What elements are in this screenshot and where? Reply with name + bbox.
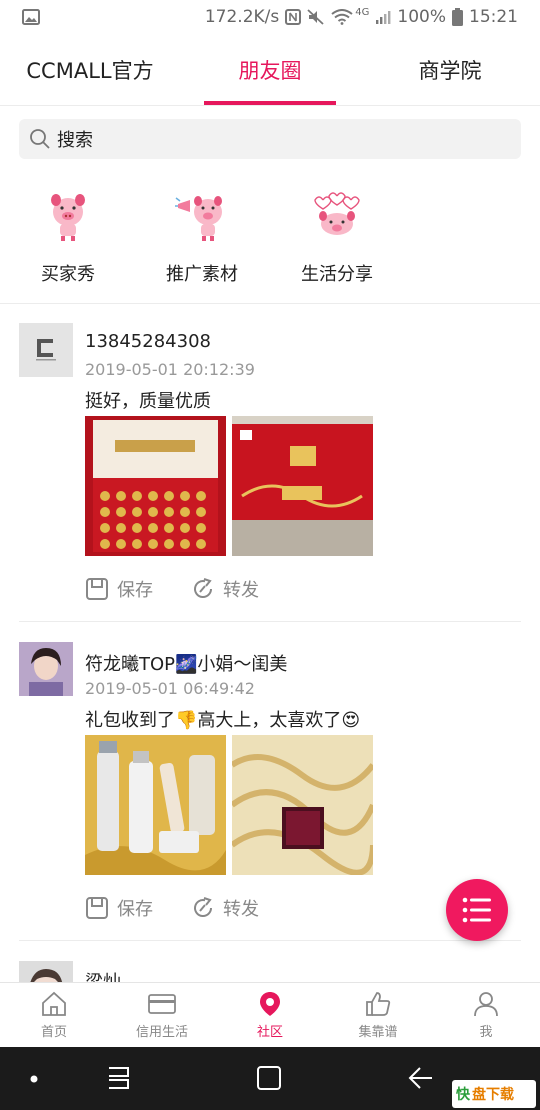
user-photo-avatar <box>19 642 73 696</box>
post-item: 13845284308 2019-05-01 20:12:39 挺好，质量优质 <box>0 304 540 622</box>
home-button-icon[interactable] <box>256 1065 282 1091</box>
pig-megaphone-icon <box>175 196 222 241</box>
network-type: 4G <box>355 6 370 18</box>
home-icon <box>42 991 66 1016</box>
category-promo-material[interactable]: 推广素材 <box>142 186 262 286</box>
post-image[interactable] <box>85 416 226 556</box>
top-tab-bar: CCMALL官方 朋友圈 商学院 <box>0 34 540 106</box>
tab-ccmall-official[interactable]: CCMALL官方 <box>0 34 180 105</box>
share-button[interactable]: 转发 <box>191 576 259 602</box>
pig-hearts-icon <box>314 192 360 235</box>
mute-icon <box>307 9 324 25</box>
nav-me[interactable]: 我 <box>432 983 540 1047</box>
nav-label: 社区 <box>256 1025 283 1040</box>
network-speed: 172.2K/s <box>204 7 280 27</box>
save-label: 保存 <box>117 580 153 601</box>
share-label: 转发 <box>223 899 259 920</box>
post-timestamp: 2019-05-01 06:49:42 <box>85 679 255 698</box>
wifi-icon <box>331 9 353 25</box>
nav-label: 信用生活 <box>135 1025 188 1040</box>
gift-box-image <box>85 416 226 556</box>
post-image[interactable] <box>232 416 373 556</box>
site-watermark: 快 盘下载 <box>452 1080 536 1108</box>
post-username[interactable]: 梁灿 <box>85 968 121 982</box>
post-username[interactable]: 符龙曦TOP🌌小娟〜闺美 <box>85 650 287 676</box>
tab-moments[interactable]: 朋友圈 <box>180 34 360 105</box>
pig-mascot-icon <box>51 194 85 241</box>
recent-apps-icon[interactable] <box>106 1064 132 1092</box>
nav-label: 集靠谱 <box>358 1025 398 1040</box>
post-actions: 保存 转发 <box>85 576 297 602</box>
menu-fab-button[interactable] <box>446 879 508 941</box>
category-label: 推广素材 <box>166 264 238 285</box>
category-buyer-show[interactable]: 买家秀 <box>8 186 128 286</box>
tab-business-school[interactable]: 商学院 <box>360 34 540 105</box>
post-separator <box>19 621 521 622</box>
location-pin-icon <box>260 992 280 1016</box>
post-actions: 保存 转发 <box>85 895 297 921</box>
share-button[interactable]: 转发 <box>191 895 259 921</box>
person-icon <box>474 992 498 1017</box>
battery-icon <box>452 8 463 26</box>
battery-percent: 100% <box>397 7 446 27</box>
nav-community[interactable]: 社区 <box>216 983 324 1047</box>
post-text: 挺好，质量优质 <box>85 391 211 412</box>
avatar[interactable] <box>19 642 73 696</box>
nav-credit-life[interactable]: 信用生活 <box>108 983 216 1047</box>
back-icon[interactable] <box>406 1065 434 1091</box>
red-gift-box-image <box>232 416 373 556</box>
nav-home[interactable]: 首页 <box>0 983 108 1047</box>
category-label: 生活分享 <box>301 264 373 285</box>
save-label: 保存 <box>117 899 153 920</box>
avatar[interactable] <box>19 961 73 982</box>
save-button[interactable]: 保存 <box>85 576 153 602</box>
save-button[interactable]: 保存 <box>85 895 153 921</box>
search-icon <box>30 129 50 149</box>
image-notification-icon <box>22 9 40 25</box>
thumbs-up-icon <box>366 992 391 1016</box>
ccmall-logo-avatar <box>19 323 73 377</box>
share-icon <box>194 897 213 917</box>
nav-label: 我 <box>479 1025 493 1040</box>
card-icon <box>148 994 176 1014</box>
post-item: 梁灿 <box>0 942 540 982</box>
dot-indicator-icon <box>30 1075 38 1083</box>
search-placeholder: 搜索 <box>57 130 93 151</box>
watermark-prefix: 快 <box>456 1087 470 1103</box>
post-image[interactable] <box>232 735 373 875</box>
user-photo-avatar <box>19 961 73 982</box>
category-life-sharing[interactable]: 生活分享 <box>277 186 397 286</box>
share-label: 转发 <box>223 580 259 601</box>
post-separator <box>19 940 521 941</box>
category-label: 买家秀 <box>41 264 95 285</box>
search-bar[interactable]: 搜索 <box>19 119 521 159</box>
nav-label: 首页 <box>40 1025 67 1040</box>
gold-gift-box-image <box>232 735 373 875</box>
status-bar: 172.2K/s 4G 100% 15:21 <box>0 0 540 34</box>
save-icon <box>86 897 108 919</box>
share-icon <box>194 578 213 598</box>
avatar[interactable] <box>19 323 73 377</box>
list-menu-icon <box>462 897 491 923</box>
bottom-navigation: 首页 信用生活 社区 集靠谱 我 <box>0 982 540 1047</box>
post-text: 礼包收到了👎高大上，太喜欢了😍 <box>85 710 361 731</box>
post-username[interactable]: 13845284308 <box>85 331 211 352</box>
clock: 15:21 <box>469 7 518 27</box>
signal-icon <box>376 11 391 24</box>
category-row: 买家秀 推广素材 生活分享 <box>0 186 540 296</box>
watermark-text: 盘下载 <box>472 1087 514 1103</box>
nfc-icon <box>285 9 302 25</box>
nav-reliable[interactable]: 集靠谱 <box>324 983 432 1047</box>
post-image[interactable] <box>85 735 226 875</box>
save-icon <box>86 578 108 600</box>
cosmetics-set-image <box>85 735 226 875</box>
post-timestamp: 2019-05-01 20:12:39 <box>85 360 255 379</box>
